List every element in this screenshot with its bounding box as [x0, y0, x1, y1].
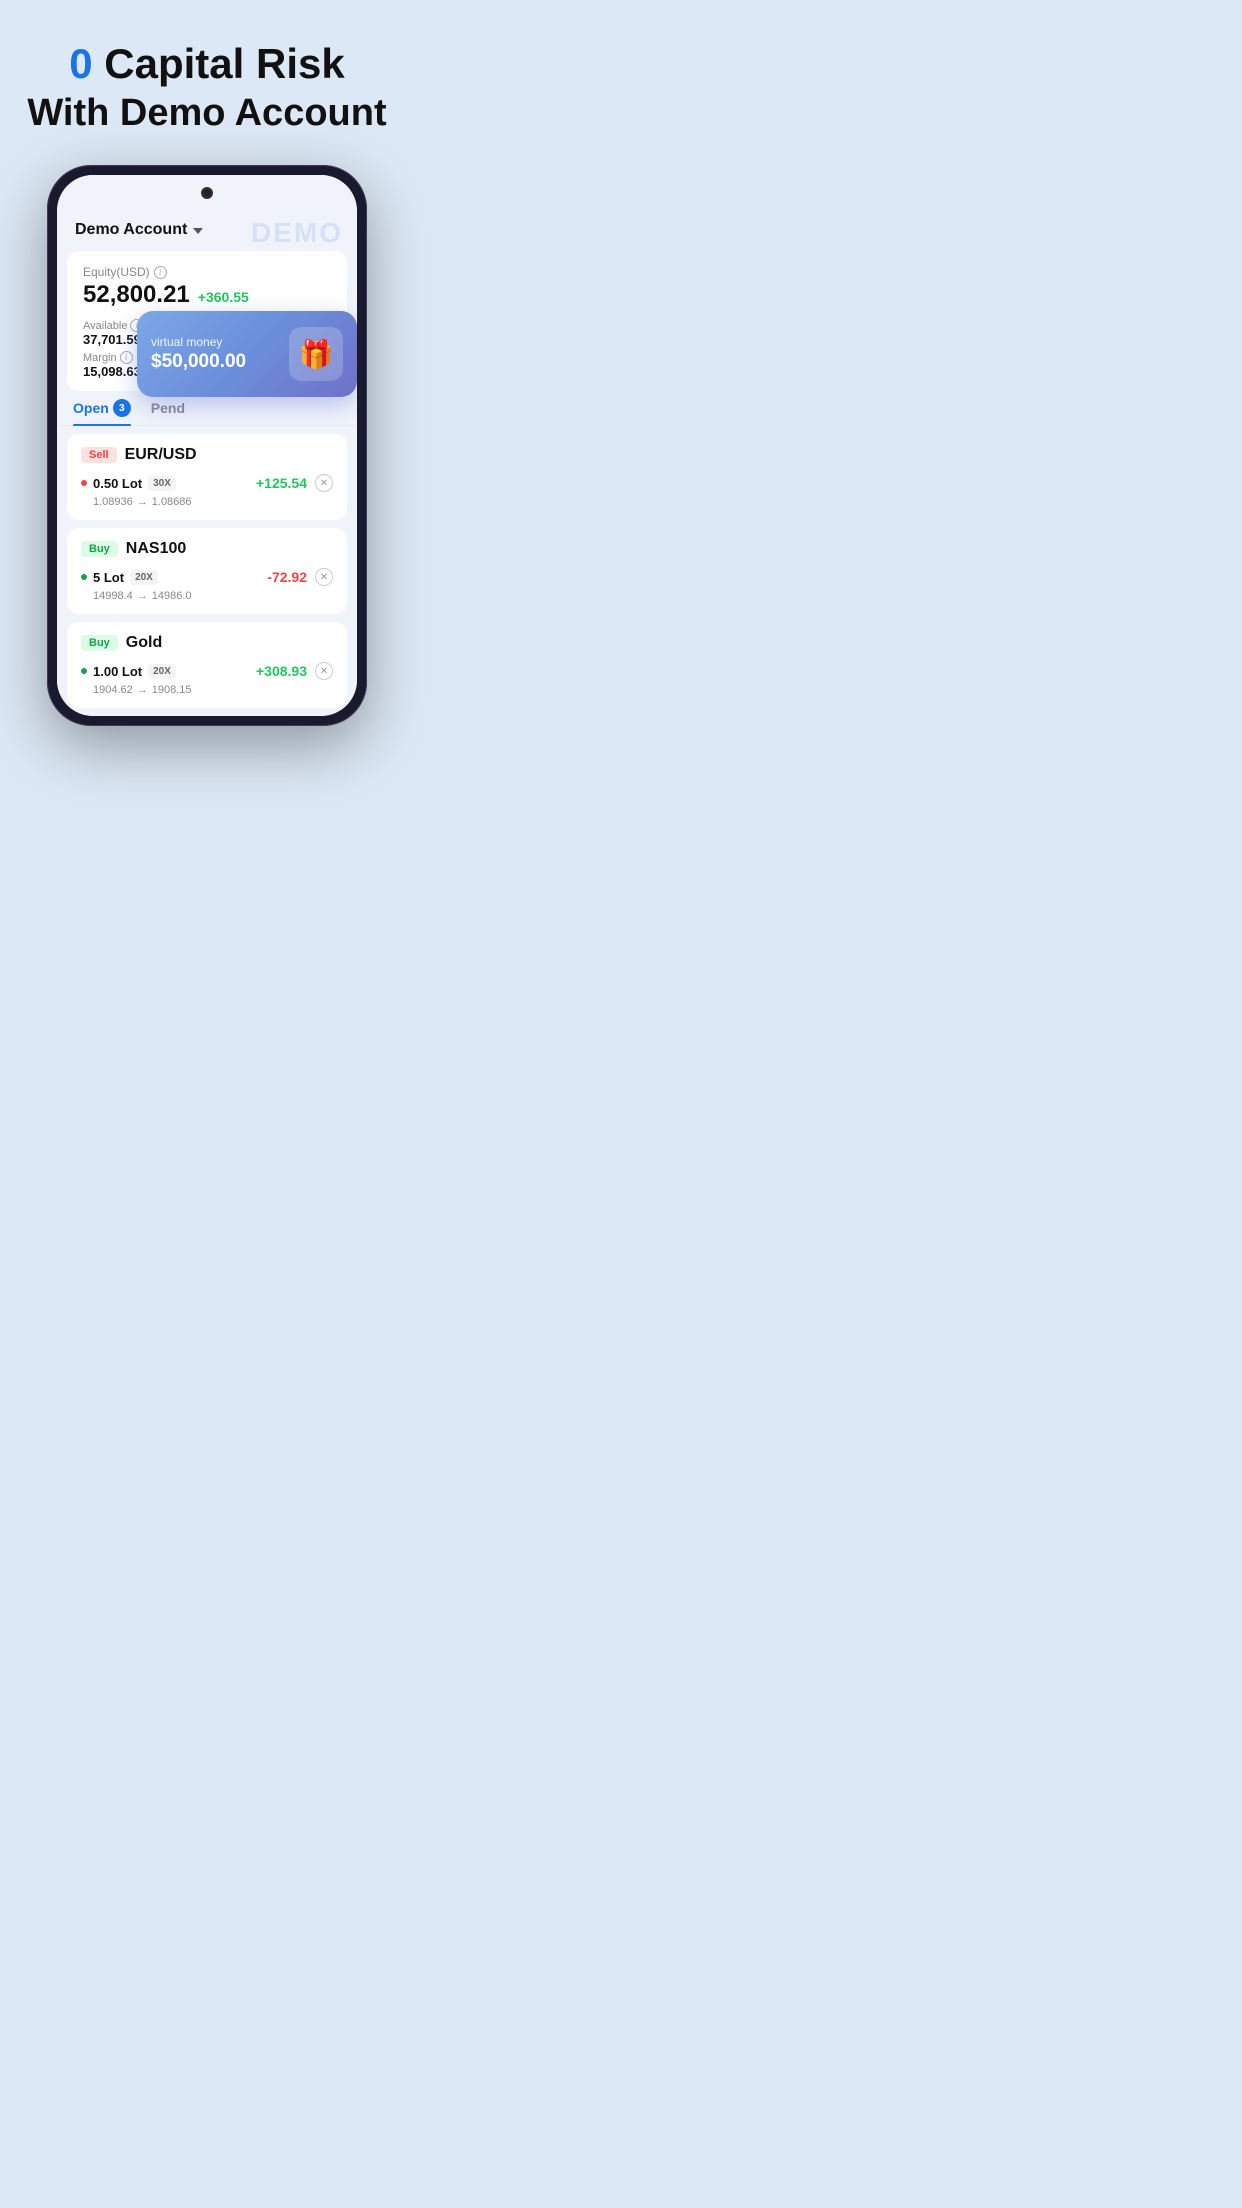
hero-line1: 0 Capital Risk	[27, 40, 386, 88]
trade-card-gold: Buy Gold 1.00 Lot 20X +308.93 ✕	[67, 622, 347, 708]
trade-left-gold: 1.00 Lot 20X	[81, 664, 176, 679]
trade-side-gold: Buy	[81, 635, 118, 651]
trade-tabs: Open 3 Pend	[57, 399, 357, 426]
trade-pnl-eurusd: +125.54	[256, 475, 307, 491]
phone-shell: Demo Account DEMO Equity(USD) i 52,800.2…	[47, 165, 367, 726]
trade-lot-nas100: 5 Lot	[93, 570, 124, 585]
trade-price-gold: 1904.62 → 1908.15	[81, 684, 333, 696]
trade-price-eurusd: 1.08936 → 1.08686	[81, 496, 333, 508]
trade-leverage-nas100: 20X	[130, 570, 158, 585]
top-bar: Demo Account DEMO	[57, 211, 357, 247]
account-selector[interactable]: Demo Account	[75, 221, 203, 239]
virtual-card-text: virtual money $50,000.00	[151, 335, 246, 373]
account-card: Equity(USD) i 52,800.21 +360.55 Availabl…	[67, 251, 347, 391]
hero-zero: 0	[69, 40, 92, 87]
equity-info-icon[interactable]: i	[154, 266, 167, 279]
trade-symbol-gold: Gold	[126, 634, 162, 652]
hero-line1-rest: Capital Risk	[93, 40, 345, 87]
trade-dot-gold	[81, 668, 87, 674]
trade-header-nas100: Buy NAS100	[81, 540, 333, 558]
gift-emoji: 🎁	[299, 338, 334, 371]
price-from-nas100: 14998.4	[93, 590, 133, 602]
tab-open-badge: 3	[113, 399, 131, 417]
close-button-gold[interactable]: ✕	[315, 662, 333, 680]
trade-card-nas100: Buy NAS100 5 Lot 20X -72.92 ✕	[67, 528, 347, 614]
virtual-money-amount: $50,000.00	[151, 351, 246, 373]
tab-pending[interactable]: Pend	[151, 399, 185, 425]
equity-value-row: 52,800.21 +360.55	[83, 281, 331, 309]
tab-open-label: Open	[73, 400, 109, 416]
trade-symbol-eurusd: EUR/USD	[125, 446, 197, 464]
trade-symbol-nas100: NAS100	[126, 540, 186, 558]
trade-lot-eurusd: 0.50 Lot	[93, 476, 142, 491]
camera-dot	[201, 187, 213, 199]
trade-side-nas100: Buy	[81, 541, 118, 557]
trade-header-gold: Buy Gold	[81, 634, 333, 652]
account-name-label: Demo Account	[75, 221, 187, 239]
close-button-eurusd[interactable]: ✕	[315, 474, 333, 492]
trade-price-nas100: 14998.4 → 14986.0	[81, 590, 333, 602]
equity-label: Equity(USD) i	[83, 265, 331, 279]
trade-dot-eurusd	[81, 480, 87, 486]
equity-change: +360.55	[198, 289, 249, 305]
trade-leverage-gold: 20X	[148, 664, 176, 679]
margin-info-icon[interactable]: i	[120, 351, 133, 364]
trade-leverage-eurusd: 30X	[148, 476, 176, 491]
trade-dot-nas100	[81, 574, 87, 580]
notch-bar	[57, 175, 357, 211]
trade-detail-nas100: 5 Lot 20X -72.92 ✕	[81, 568, 333, 586]
price-to-nas100: 14986.0	[152, 590, 192, 602]
trade-left-nas100: 5 Lot 20X	[81, 570, 158, 585]
demo-watermark: DEMO	[251, 217, 343, 249]
trade-card-eurusd: Sell EUR/USD 0.50 Lot 30X +125.54 ✕	[67, 434, 347, 520]
tab-pending-label: Pend	[151, 400, 185, 416]
price-arrow-eurusd: →	[137, 496, 148, 508]
price-arrow-gold: →	[137, 684, 148, 696]
trade-left-eurusd: 0.50 Lot 30X	[81, 476, 176, 491]
trade-header-eurusd: Sell EUR/USD	[81, 446, 333, 464]
close-button-nas100[interactable]: ✕	[315, 568, 333, 586]
trade-detail-gold: 1.00 Lot 20X +308.93 ✕	[81, 662, 333, 680]
trade-detail-eurusd: 0.50 Lot 30X +125.54 ✕	[81, 474, 333, 492]
hero-line2: With Demo Account	[27, 92, 386, 135]
screen-content: Demo Account DEMO Equity(USD) i 52,800.2…	[57, 211, 357, 716]
trade-side-eurusd: Sell	[81, 447, 117, 463]
virtual-money-label: virtual money	[151, 335, 246, 349]
gift-icon: 🎁	[289, 327, 343, 381]
equity-value: 52,800.21	[83, 281, 190, 309]
tab-open[interactable]: Open 3	[73, 399, 131, 425]
price-arrow-nas100: →	[137, 590, 148, 602]
trade-pnl-gold: +308.93	[256, 663, 307, 679]
hero-section: 0 Capital Risk With Demo Account	[7, 40, 406, 135]
price-to-gold: 1908.15	[152, 684, 192, 696]
trade-pnl-nas100: -72.92	[267, 569, 307, 585]
price-from-eurusd: 1.08936	[93, 496, 133, 508]
virtual-money-card: virtual money $50,000.00 🎁	[137, 311, 357, 397]
price-from-gold: 1904.62	[93, 684, 133, 696]
price-to-eurusd: 1.08686	[152, 496, 192, 508]
trades-list: Sell EUR/USD 0.50 Lot 30X +125.54 ✕	[57, 426, 357, 716]
trade-lot-gold: 1.00 Lot	[93, 664, 142, 679]
chevron-down-icon	[193, 228, 203, 234]
phone-screen: Demo Account DEMO Equity(USD) i 52,800.2…	[57, 175, 357, 716]
